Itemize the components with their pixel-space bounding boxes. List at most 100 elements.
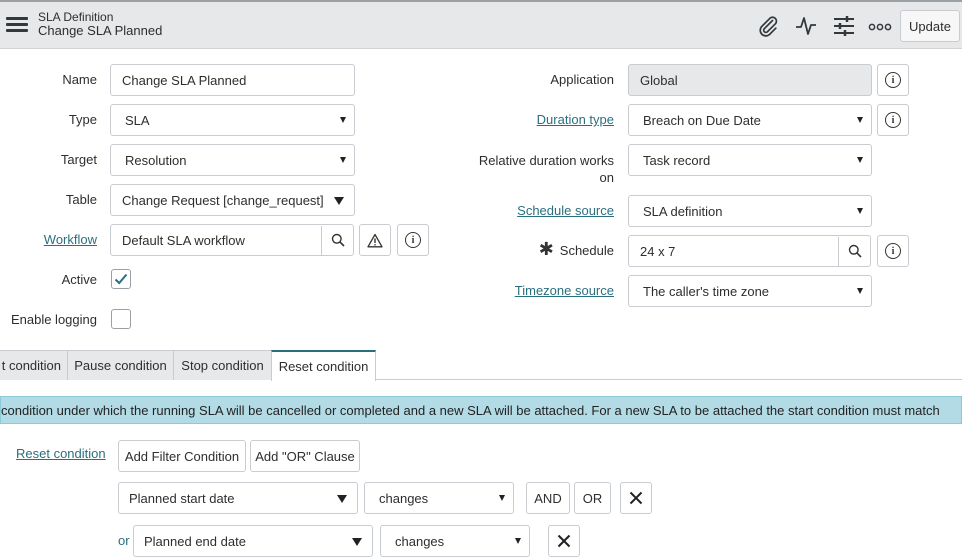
- chevron-down-icon: [340, 117, 346, 123]
- info-icon: i: [885, 243, 901, 259]
- warning-button[interactable]: [359, 224, 391, 256]
- info-banner-text: condition under which the running SLA wi…: [1, 402, 940, 418]
- table-select[interactable]: Change Request [change_request]: [110, 184, 355, 216]
- condition-operator-select-2[interactable]: changes: [380, 525, 530, 557]
- schedule-value: 24 x 7: [640, 243, 676, 259]
- search-icon[interactable]: [848, 244, 862, 258]
- timezone-source-label-link[interactable]: Timezone source: [515, 283, 614, 298]
- timezone-source-value: The caller's time zone: [643, 283, 770, 299]
- target-label: Target: [60, 152, 97, 167]
- name-field[interactable]: Change SLA Planned: [110, 64, 355, 96]
- relative-duration-label-line1: Relative duration works: [478, 153, 614, 168]
- close-icon: [557, 534, 571, 548]
- activity-icon[interactable]: [794, 14, 818, 38]
- duration-type-label-link[interactable]: Duration type: [537, 112, 614, 127]
- field-divider: [838, 237, 839, 267]
- application-value: Global: [640, 72, 678, 88]
- chevron-down-icon: [340, 157, 346, 163]
- duration-type-select[interactable]: Breach on Due Date: [628, 104, 872, 136]
- enable-logging-checkbox[interactable]: [111, 309, 131, 329]
- delete-condition-button[interactable]: [620, 482, 652, 514]
- info-icon: i: [405, 232, 421, 248]
- checkmark-icon: [114, 273, 128, 285]
- form-title-table: SLA Definition: [38, 10, 114, 24]
- target-value: Resolution: [125, 152, 187, 168]
- and-button[interactable]: AND: [526, 482, 570, 514]
- table-label: Table: [65, 192, 97, 207]
- duration-type-info-button[interactable]: i: [877, 104, 909, 136]
- mandatory-indicator-icon: ✱: [538, 239, 554, 259]
- chevron-down-icon: [857, 117, 863, 123]
- type-label: Type: [68, 112, 97, 127]
- form-title-record: Change SLA Planned: [38, 23, 163, 38]
- application-label: Application: [550, 72, 614, 87]
- tab-reset-condition[interactable]: Reset condition: [271, 350, 376, 381]
- chevron-down-icon: [352, 538, 362, 546]
- relative-duration-select[interactable]: Task record: [628, 144, 872, 176]
- condition-operator-value-2: changes: [395, 533, 445, 549]
- tab-pause-condition[interactable]: Pause condition: [67, 350, 174, 380]
- add-filter-condition-button[interactable]: Add Filter Condition: [118, 440, 246, 472]
- field-divider: [321, 226, 322, 256]
- settings-sliders-icon[interactable]: [832, 14, 856, 38]
- or-button[interactable]: OR: [574, 482, 611, 514]
- chevron-down-icon: [857, 208, 863, 214]
- workflow-field[interactable]: Default SLA workflow: [110, 224, 354, 256]
- tab-start-condition[interactable]: t condition: [0, 350, 68, 380]
- reset-condition-label-link[interactable]: Reset condition: [16, 446, 106, 461]
- timezone-source-select[interactable]: The caller's time zone: [628, 275, 872, 307]
- application-info-button[interactable]: i: [877, 64, 909, 96]
- paperclip-icon[interactable]: [756, 14, 780, 38]
- condition-field-select[interactable]: Planned start date: [118, 482, 358, 514]
- workflow-label-link[interactable]: Workflow: [44, 232, 97, 247]
- relative-duration-value: Task record: [643, 152, 711, 168]
- type-select[interactable]: SLA: [110, 104, 355, 136]
- chevron-down-icon: [337, 495, 347, 503]
- condition-field-value-2: Planned end date: [144, 533, 246, 549]
- schedule-info-button[interactable]: i: [877, 235, 909, 267]
- info-icon: i: [885, 72, 901, 88]
- info-banner: condition under which the running SLA wi…: [0, 396, 962, 424]
- update-button[interactable]: Update: [900, 10, 960, 42]
- name-value: Change SLA Planned: [122, 72, 247, 88]
- active-label: Active: [61, 272, 97, 287]
- form-title: SLA Definition Change SLA Planned: [38, 10, 162, 38]
- form-header: SLA Definition Change SLA Planned Update: [0, 0, 962, 49]
- enable-logging-label: Enable logging: [10, 312, 97, 327]
- schedule-label-text: Schedule: [559, 243, 614, 258]
- workflow-value: Default SLA workflow: [122, 232, 245, 248]
- close-icon: [629, 491, 643, 505]
- search-icon[interactable]: [331, 233, 345, 247]
- relative-duration-label-line2: on: [599, 170, 614, 185]
- schedule-source-label-link[interactable]: Schedule source: [517, 203, 614, 218]
- schedule-source-select[interactable]: SLA definition: [628, 195, 872, 227]
- application-field: Global: [628, 64, 872, 96]
- more-options-icon[interactable]: [868, 14, 892, 38]
- chevron-down-icon: [857, 157, 863, 163]
- warning-icon: [367, 233, 383, 247]
- condition-operator-select[interactable]: changes: [364, 482, 514, 514]
- delete-condition-button-2[interactable]: [548, 525, 580, 557]
- duration-type-value: Breach on Due Date: [643, 112, 761, 128]
- schedule-field[interactable]: 24 x 7: [628, 235, 871, 267]
- chevron-down-icon: [515, 538, 521, 544]
- tab-stop-condition[interactable]: Stop condition: [173, 350, 272, 380]
- hamburger-menu-icon[interactable]: [6, 17, 28, 33]
- chevron-down-icon: [499, 495, 505, 501]
- name-label: Name: [62, 72, 97, 87]
- chevron-down-icon: [857, 288, 863, 294]
- condition-operator-value: changes: [379, 490, 429, 506]
- target-select[interactable]: Resolution: [110, 144, 355, 176]
- info-icon: i: [885, 112, 901, 128]
- active-checkbox[interactable]: [111, 269, 131, 289]
- or-prefix-label: or: [118, 533, 130, 548]
- schedule-label: ✱ Schedule: [539, 240, 614, 258]
- condition-field-select-2[interactable]: Planned end date: [133, 525, 373, 557]
- schedule-source-value: SLA definition: [643, 203, 723, 219]
- relative-duration-label: Relative duration works on: [479, 152, 614, 186]
- add-or-clause-button[interactable]: Add "OR" Clause: [250, 440, 360, 472]
- condition-field-value: Planned start date: [129, 490, 235, 506]
- workflow-info-button[interactable]: i: [397, 224, 429, 256]
- type-value: SLA: [125, 112, 150, 128]
- table-value: Change Request [change_request]: [122, 192, 324, 208]
